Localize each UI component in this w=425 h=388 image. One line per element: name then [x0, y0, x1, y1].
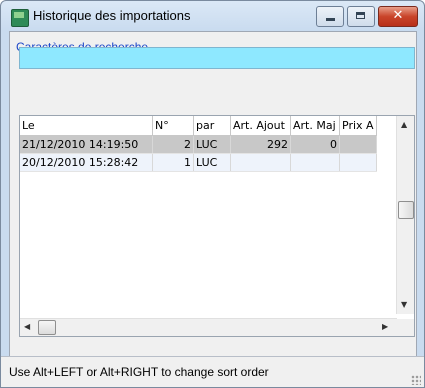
cell-number: 2 — [152, 135, 194, 154]
minimize-icon — [326, 18, 335, 21]
cell-art-updated — [290, 153, 340, 172]
import-history-window: Historique des importations ✕ Caractères… — [0, 0, 425, 388]
scroll-up-icon[interactable]: ▲ — [401, 120, 407, 129]
scroll-left-icon[interactable]: ◀ — [24, 322, 30, 331]
horizontal-scrollbar[interactable]: ◀ ▶ — [20, 318, 397, 336]
cell-art-added: 292 — [230, 135, 291, 154]
scroll-down-icon[interactable]: ▼ — [401, 300, 407, 309]
status-text: Use Alt+LEFT or Alt+RIGHT to change sort… — [9, 365, 269, 379]
column-header-art-updated[interactable]: Art. Maj — [290, 116, 340, 136]
cell-art-added — [230, 153, 291, 172]
cell-number: 1 — [152, 153, 194, 172]
column-header-number[interactable]: N° — [152, 116, 194, 136]
horizontal-scroll-thumb[interactable] — [38, 320, 56, 335]
close-icon: ✕ — [392, 8, 404, 23]
column-header-date[interactable]: Le — [20, 116, 153, 136]
title-bar[interactable]: Historique des importations ✕ — [1, 1, 424, 31]
minimize-button[interactable] — [316, 6, 344, 27]
status-bar: Use Alt+LEFT or Alt+RIGHT to change sort… — [1, 356, 424, 387]
cell-date: 21/12/2010 14:19:50 — [20, 135, 153, 154]
cell-by: LUC — [193, 153, 231, 172]
maximize-icon — [356, 12, 365, 19]
vertical-scrollbar[interactable]: ▲ ▼ — [396, 116, 414, 314]
cell-art-updated: 0 — [290, 135, 340, 154]
column-header-price[interactable]: Prix A — [339, 116, 377, 136]
import-history-table[interactable]: Le N° par Art. Ajout Art. Maj Prix A 21/… — [19, 115, 415, 337]
scrollbar-corner — [397, 319, 414, 336]
scroll-right-icon[interactable]: ▶ — [382, 322, 388, 331]
cell-by: LUC — [193, 135, 231, 154]
window-title: Historique des importations — [33, 8, 191, 23]
resize-grip-icon[interactable] — [411, 375, 421, 385]
vertical-scroll-thumb[interactable] — [398, 201, 414, 219]
app-icon[interactable] — [11, 9, 29, 27]
maximize-button[interactable] — [347, 6, 375, 27]
cell-price — [339, 135, 377, 154]
cell-price — [339, 153, 377, 172]
close-button[interactable]: ✕ — [378, 6, 418, 27]
table-row[interactable]: 21/12/2010 14:19:50 2 LUC 292 0 — [20, 135, 377, 154]
column-header-art-added[interactable]: Art. Ajout — [230, 116, 291, 136]
cell-date: 20/12/2010 15:28:42 — [20, 153, 153, 172]
search-input[interactable] — [19, 47, 415, 69]
table-header-row: Le N° par Art. Ajout Art. Maj Prix A — [20, 116, 377, 136]
column-header-by[interactable]: par — [193, 116, 231, 136]
table-row[interactable]: 20/12/2010 15:28:42 1 LUC — [20, 153, 377, 172]
